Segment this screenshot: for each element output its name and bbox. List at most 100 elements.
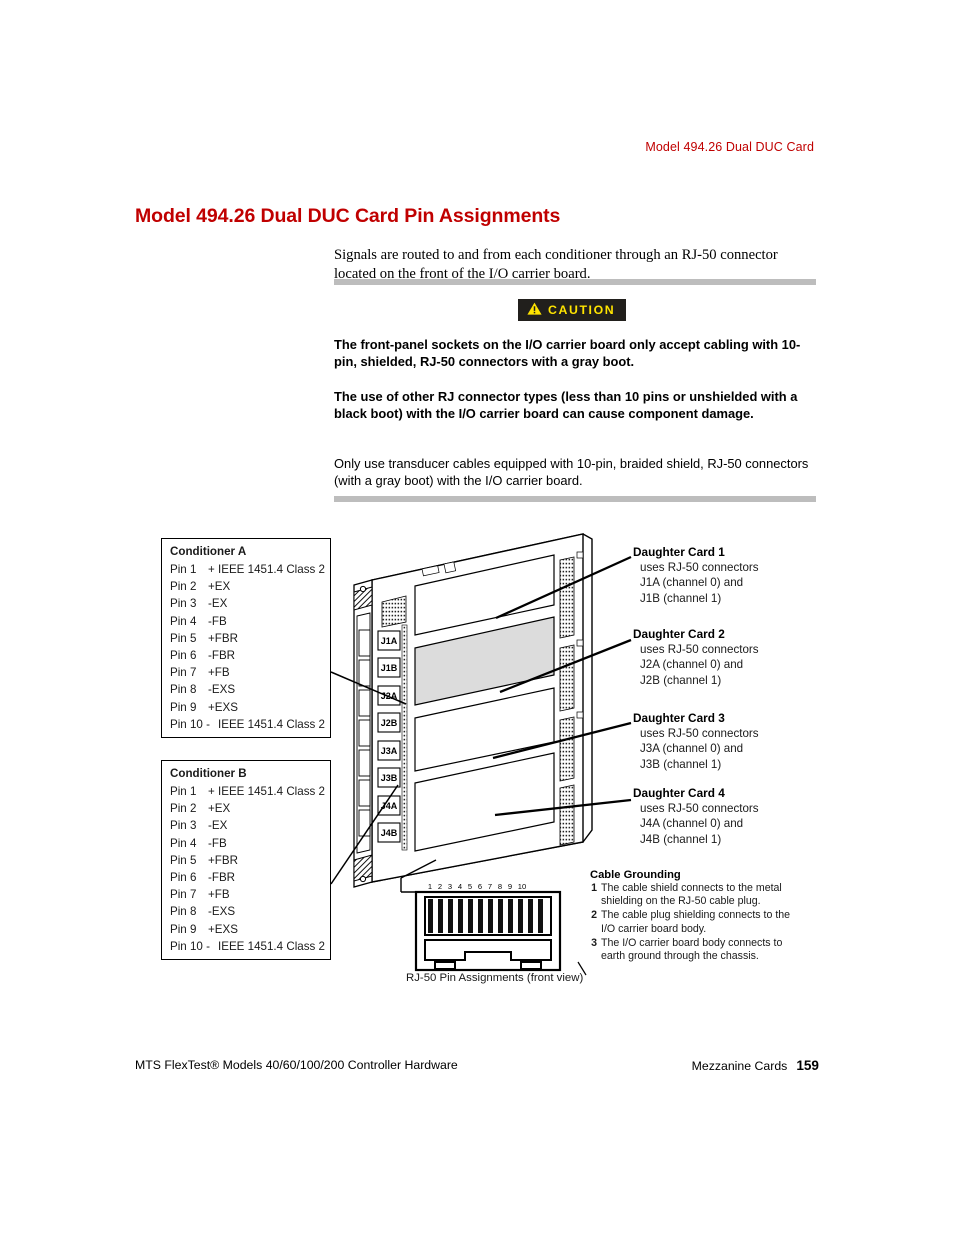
daughter-card-3-line-2: J3A (channel 0) and xyxy=(640,742,744,756)
pin-signal: +EXS xyxy=(208,922,238,936)
svg-text:5: 5 xyxy=(468,882,472,891)
pin-signal: IEEE 1451.4 Class 2 xyxy=(218,939,325,953)
table-row: Pin 3 -EX xyxy=(162,817,330,834)
connector-label-j3b: J3B xyxy=(381,773,398,783)
pin-number: Pin 5 xyxy=(170,631,197,645)
pin-signal: -EXS xyxy=(208,905,236,919)
rj50-connector-figure: 1 2 3 4 5 6 7 8 9 10 xyxy=(414,882,562,972)
table-row: Pin 2 +EX xyxy=(162,800,330,817)
daughter-card-3-line-3: J3B (channel 1) xyxy=(640,757,722,771)
table-row: Pin 10 - IEEE 1451.4 Class 2 xyxy=(162,716,330,733)
pin-number: Pin 4 xyxy=(170,614,197,628)
table-row: Pin 5 +FBR xyxy=(162,630,330,647)
footer-section-label: Mezzanine Cards xyxy=(691,1059,788,1073)
footer-right: Mezzanine Cards 159 xyxy=(692,1058,819,1073)
table-row: Pin 3 -EX xyxy=(162,595,330,612)
caution-paragraph-1: The front-panel sockets on the I/O carri… xyxy=(334,337,801,370)
pin-signal: + IEEE 1451.4 Class 2 xyxy=(208,785,325,799)
daughter-card-2-line-1: uses RJ-50 connectors xyxy=(640,643,759,656)
daughter-card-2-callout: Daughter Card 2 uses RJ-50 connectors J2… xyxy=(633,627,813,688)
pin-signal: +FBR xyxy=(208,631,238,645)
connector-label-j4b: J4B xyxy=(381,828,398,838)
pin-number: Pin 5 xyxy=(170,853,197,867)
daughter-card-1-callout: Daughter Card 1 uses RJ-50 connectors J1… xyxy=(633,545,813,606)
caution-badge-label: CAUTION xyxy=(548,302,616,317)
table-row: Pin 2 +EX xyxy=(162,578,330,595)
conditioner-b-table: Conditioner B Pin 1 + IEEE 1451.4 Class 2… xyxy=(161,760,331,960)
daughter-card-3-title: Daughter Card 3 xyxy=(633,711,725,725)
pin-number: Pin 3 xyxy=(170,597,197,611)
svg-text:3: 3 xyxy=(448,882,452,891)
table-row: Pin 1 + IEEE 1451.4 Class 2 xyxy=(162,561,330,578)
pin-number: Pin 4 xyxy=(170,836,197,850)
footer-left-text: MTS FlexTest® Models 40/60/100/200 Contr… xyxy=(135,1058,458,1072)
note-number: 1 xyxy=(591,882,597,894)
caution-text-block-1: The front-panel sockets on the I/O carri… xyxy=(334,336,820,371)
connector-label-j2a: J2A xyxy=(381,691,398,701)
pin-signal: -EX xyxy=(208,597,228,611)
daughter-card-4-title: Daughter Card 4 xyxy=(633,786,725,800)
document-page: Model 494.26 Dual DUC Card Model 494.26 … xyxy=(0,0,954,1235)
caution-paragraph-3: Only use transducer cables equipped with… xyxy=(334,456,809,489)
pin-signal: -FBR xyxy=(208,871,236,885)
daughter-card-1-title: Daughter Card 1 xyxy=(633,545,725,559)
conditioner-a-title: Conditioner A xyxy=(170,545,247,558)
page-title: Model 494.26 Dual DUC Card Pin Assignmen… xyxy=(135,205,561,228)
table-row: Pin 10 - IEEE 1451.4 Class 2 xyxy=(162,938,330,955)
table-row: Pin 7 +FB xyxy=(162,664,330,681)
pin-signal: +FBR xyxy=(208,853,238,867)
pin-number: Pin 2 xyxy=(170,580,197,594)
note-text: The cable plug shielding connects to the… xyxy=(601,909,791,935)
svg-text:1: 1 xyxy=(428,882,432,891)
rj50-figure-caption: RJ-50 Pin Assignments (front view) xyxy=(406,972,584,984)
pin-signal: -EXS xyxy=(208,683,236,697)
svg-text:9: 9 xyxy=(508,882,512,891)
table-row: Pin 9 +EXS xyxy=(162,699,330,716)
list-item: 1 The cable shield connects to the metal… xyxy=(586,882,796,909)
warning-triangle-icon xyxy=(527,302,542,317)
pin-number: Pin 10 - xyxy=(170,939,210,953)
note-number: 2 xyxy=(591,909,597,922)
pin-number: Pin 3 xyxy=(170,819,197,833)
pin-signal: +EX xyxy=(208,802,231,816)
daughter-card-1-line-3: J1B (channel 1) xyxy=(640,591,722,605)
table-row: Pin 8 -EXS xyxy=(162,681,330,698)
pin-number: Pin 1 xyxy=(170,785,197,799)
daughter-card-2-title: Daughter Card 2 xyxy=(633,627,725,641)
pin-signal: -EX xyxy=(208,819,228,833)
pin-number: Pin 6 xyxy=(170,649,197,663)
daughter-card-1-line-1: uses RJ-50 connectors xyxy=(640,561,759,574)
note-number: 3 xyxy=(591,936,597,949)
connector-label-j1b: J1B xyxy=(381,663,398,673)
caution-paragraph-2: The use of other RJ connector types (les… xyxy=(334,389,798,422)
pin-signal: -FB xyxy=(208,836,227,850)
caution-text-block-3: Only use transducer cables equipped with… xyxy=(334,455,820,490)
table-row: Pin 4 -FB xyxy=(162,613,330,630)
rj50-pin-numbers: 1 2 3 4 5 6 7 8 9 10 xyxy=(428,882,526,891)
pin-number: Pin 9 xyxy=(170,700,197,714)
pin-number: Pin 7 xyxy=(170,666,197,680)
pin-number: Pin 8 xyxy=(170,905,197,919)
daughter-card-4-line-3: J4B (channel 1) xyxy=(640,832,722,846)
pin-signal: -FB xyxy=(208,614,227,628)
table-row: Pin 4 -FB xyxy=(162,835,330,852)
list-item: 2 The cable plug shielding connects to t… xyxy=(586,909,796,936)
running-header: Model 494.26 Dual DUC Card xyxy=(645,140,814,154)
table-row: Pin 7 +FB xyxy=(162,886,330,903)
connector-label-j2b: J2B xyxy=(381,718,398,728)
svg-text:7: 7 xyxy=(488,882,492,891)
daughter-card-3-line-1: uses RJ-50 connectors xyxy=(640,727,759,740)
daughter-card-4-line-1: uses RJ-50 connectors xyxy=(640,802,759,815)
note-text: The I/O carrier board body connects to e… xyxy=(601,936,783,963)
pin-number: Pin 8 xyxy=(170,683,197,697)
page-number: 159 xyxy=(796,1058,819,1073)
table-row: Pin 9 +EXS xyxy=(162,921,330,938)
pin-signal: IEEE 1451.4 Class 2 xyxy=(218,717,325,731)
svg-text:2: 2 xyxy=(438,882,442,891)
svg-text:10: 10 xyxy=(518,882,526,891)
daughter-card-2-line-3: J2B (channel 1) xyxy=(640,673,722,687)
conditioner-b-title: Conditioner B xyxy=(170,767,247,780)
pin-signal: + IEEE 1451.4 Class 2 xyxy=(208,563,325,577)
svg-text:4: 4 xyxy=(458,882,462,891)
caution-text-block-2: The use of other RJ connector types (les… xyxy=(334,388,820,423)
